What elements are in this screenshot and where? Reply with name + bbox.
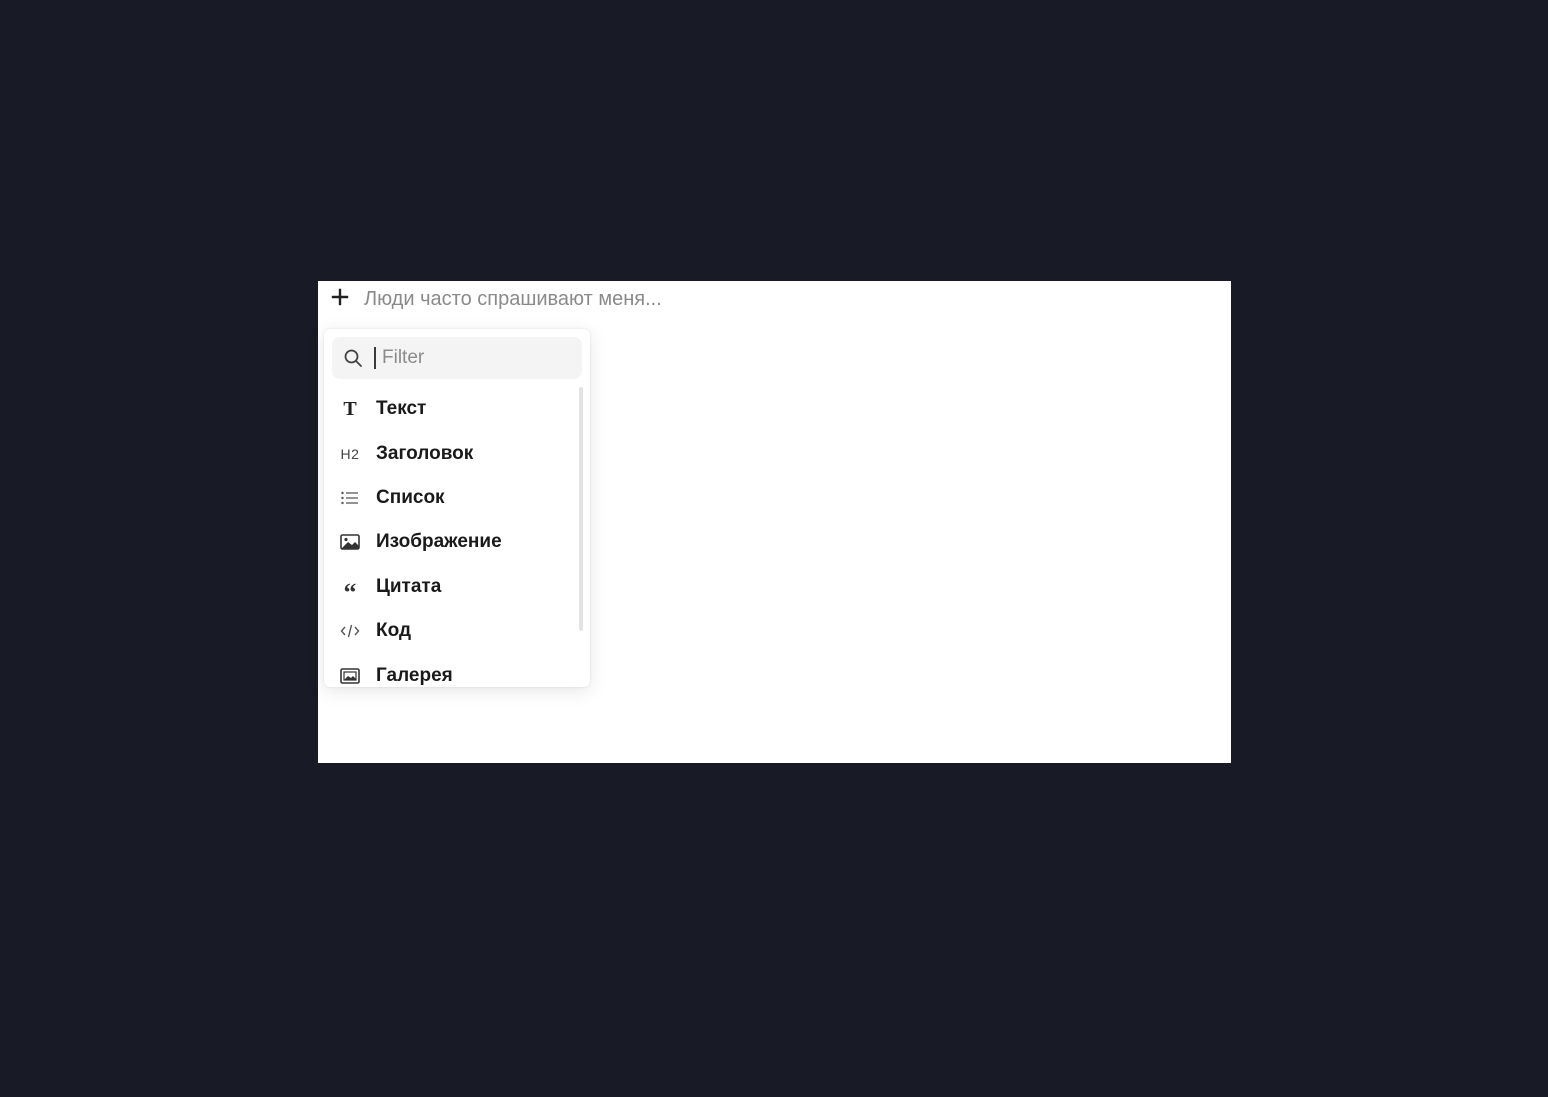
menu-item-text[interactable]: T Текст — [324, 387, 582, 431]
filter-box[interactable] — [332, 337, 582, 379]
list-icon — [324, 476, 376, 520]
menu-scrollbar[interactable] — [579, 387, 583, 631]
heading-icon: H2 — [340, 445, 360, 462]
quote-icon: “ — [343, 577, 357, 607]
menu-item-code[interactable]: Код — [324, 609, 582, 653]
menu-item-label: Галерея — [376, 664, 453, 686]
menu-item-label: Изображение — [376, 531, 502, 553]
menu-item-label: Текст — [376, 398, 427, 420]
menu-item-label: Заголовок — [376, 442, 474, 464]
filter-input[interactable] — [374, 347, 572, 369]
menu-item-quote[interactable]: “ Цитата — [324, 565, 582, 609]
menu-item-list[interactable]: Список — [324, 476, 582, 520]
menu-item-image[interactable]: Изображение — [324, 520, 582, 564]
image-icon — [324, 520, 376, 564]
menu-list: T Текст H2 Заголовок Список Изображение … — [324, 387, 582, 687]
menu-item-label: Цитата — [376, 575, 442, 597]
block-placeholder: Люди часто спрашивают меня... — [364, 287, 662, 310]
block-type-menu: T Текст H2 Заголовок — [324, 329, 590, 687]
menu-item-label: Список — [376, 486, 445, 508]
text-icon: T — [343, 397, 357, 420]
search-icon — [332, 337, 374, 379]
gallery-icon — [324, 654, 376, 687]
empty-block[interactable]: Люди часто спрашивают меня... — [318, 281, 662, 317]
menu-item-label: Код — [376, 620, 412, 642]
add-block-button[interactable] — [318, 281, 362, 317]
plus-icon — [331, 288, 349, 311]
menu-item-gallery[interactable]: Галерея — [324, 653, 582, 687]
menu-item-heading[interactable]: H2 Заголовок — [324, 431, 582, 475]
editor-canvas[interactable]: Люди часто спрашивают меня... T Текст H — [318, 281, 1231, 763]
code-icon — [324, 609, 376, 653]
